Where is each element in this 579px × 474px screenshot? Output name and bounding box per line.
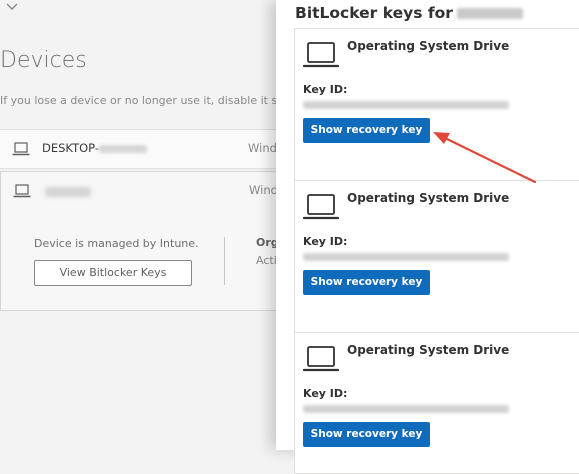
laptop-icon: [303, 42, 339, 68]
key-card: Operating System Drive Key ID: Show reco…: [294, 28, 579, 182]
bitlocker-keys-panel: BitLocker keys for Operating System Driv…: [276, 0, 579, 474]
devices-page: Devices If you lose a device or no longe…: [0, 0, 311, 450]
laptop-icon: [12, 142, 30, 156]
key-id-label: Key ID:: [303, 387, 348, 400]
chevron-down-icon[interactable]: [6, 2, 18, 12]
device-name-prefix: DESKTOP-: [42, 141, 99, 155]
key-id-label: Key ID:: [303, 83, 348, 96]
show-recovery-key-button[interactable]: Show recovery key: [303, 270, 430, 295]
device-os: Wind: [248, 141, 277, 155]
redacted-key-id: [303, 405, 509, 413]
key-card: Operating System Drive Key ID: Show reco…: [294, 180, 579, 334]
redacted-device-name: [45, 187, 91, 197]
page-description: If you lose a device or no longer use it…: [0, 94, 312, 107]
show-recovery-key-button[interactable]: Show recovery key: [303, 422, 430, 447]
panel-title-text: BitLocker keys for: [295, 4, 453, 22]
drive-name: Operating System Drive: [347, 191, 510, 205]
device-os: Wind: [249, 183, 278, 197]
divider: [224, 237, 225, 285]
device-row-expanded[interactable]: Wind Device is managed by Intune. View B…: [0, 171, 301, 311]
show-recovery-key-button[interactable]: Show recovery key: [303, 118, 430, 143]
redacted-key-id: [303, 253, 509, 261]
laptop-icon: [13, 184, 31, 198]
redacted-text: [98, 144, 147, 153]
page-title: Devices: [0, 48, 87, 73]
key-id-label: Key ID:: [303, 235, 348, 248]
managed-status-text: Device is managed by Intune.: [34, 237, 199, 250]
view-bitlocker-keys-button[interactable]: View Bitlocker Keys: [34, 260, 192, 286]
laptop-icon: [303, 346, 339, 372]
device-name: DESKTOP-: [42, 141, 147, 155]
panel-title: BitLocker keys for: [295, 4, 523, 22]
drive-name: Operating System Drive: [347, 39, 510, 53]
redacted-key-id: [303, 101, 509, 109]
laptop-icon: [303, 194, 339, 220]
drive-name: Operating System Drive: [347, 343, 510, 357]
key-card: Operating System Drive Key ID: Show reco…: [294, 332, 579, 474]
device-row[interactable]: DESKTOP- Wind: [0, 129, 300, 169]
redacted-text: [456, 8, 523, 19]
